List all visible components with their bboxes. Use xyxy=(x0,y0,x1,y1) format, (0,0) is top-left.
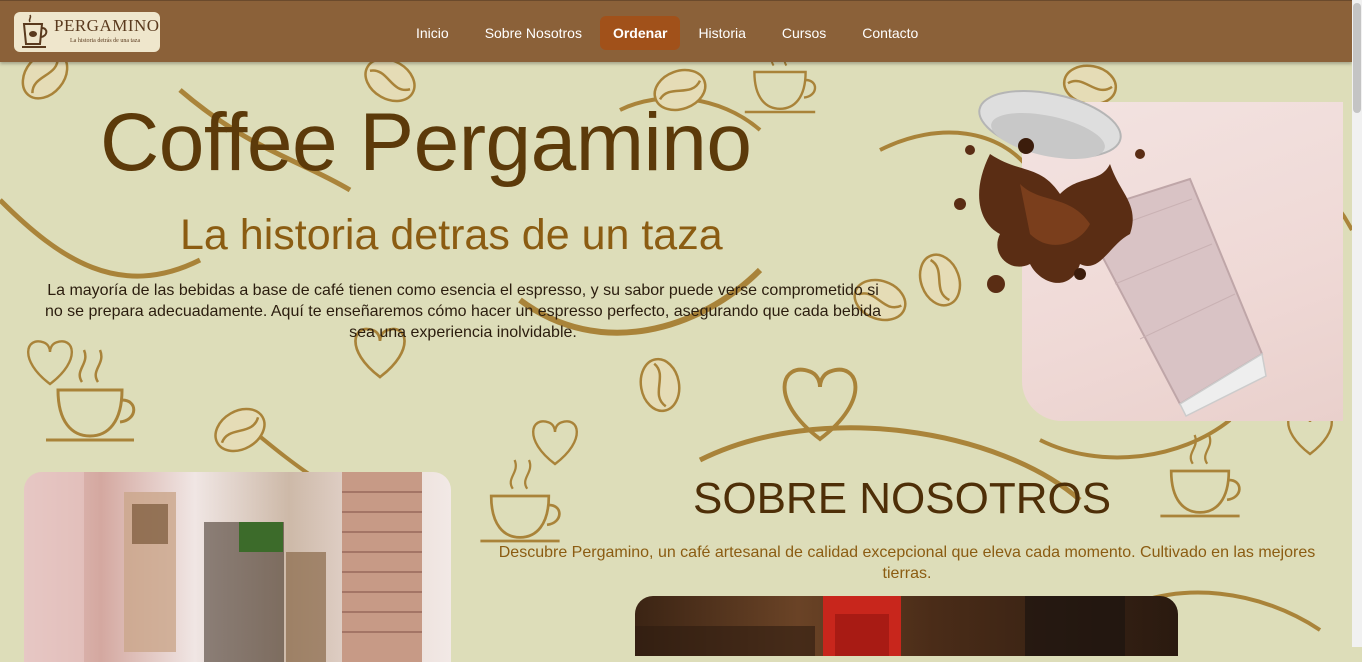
hero-description: La mayoría de las bebidas a base de café… xyxy=(44,282,882,341)
nav-link-ordenar[interactable]: Ordenar xyxy=(599,16,681,50)
about-description: Descubre Pergamino, un café artesanal de… xyxy=(498,544,1316,582)
main-navigation: Inicio Sobre Nosotros Ordenar Historia C… xyxy=(398,16,936,50)
nav-link-historia[interactable]: Historia xyxy=(680,16,763,50)
scrollbar-thumb[interactable] xyxy=(1353,3,1361,113)
coffee-cup-logo-icon xyxy=(22,14,48,48)
coffee-equipment-photo xyxy=(635,596,1178,656)
brand-logo[interactable]: PERGAMINO La historia detrás de una taza xyxy=(14,12,160,52)
top-navbar: PERGAMINO La historia detrás de una taza… xyxy=(0,0,1352,62)
nav-link-cursos[interactable]: Cursos xyxy=(764,16,844,50)
coffee-shop-photo xyxy=(24,472,451,662)
page-scrollbar[interactable] xyxy=(1352,0,1362,647)
coffee-cup-splash-image xyxy=(954,90,1267,418)
coffee-shop-illustration xyxy=(24,472,422,662)
brand-tagline: La historia detrás de una taza xyxy=(70,38,141,44)
nav-link-sobre-nosotros[interactable]: Sobre Nosotros xyxy=(467,16,600,50)
hero-subtitle: La historia detras de un taza xyxy=(180,211,723,259)
about-title: SOBRE NOSOTROS xyxy=(693,474,1112,523)
coffee-equipment-illustration xyxy=(635,596,1125,656)
hero-title: Coffee Pergamino xyxy=(100,97,752,188)
brand-name: PERGAMINO xyxy=(54,16,160,35)
nav-link-contacto[interactable]: Contacto xyxy=(844,16,936,50)
nav-link-inicio[interactable]: Inicio xyxy=(398,16,467,50)
